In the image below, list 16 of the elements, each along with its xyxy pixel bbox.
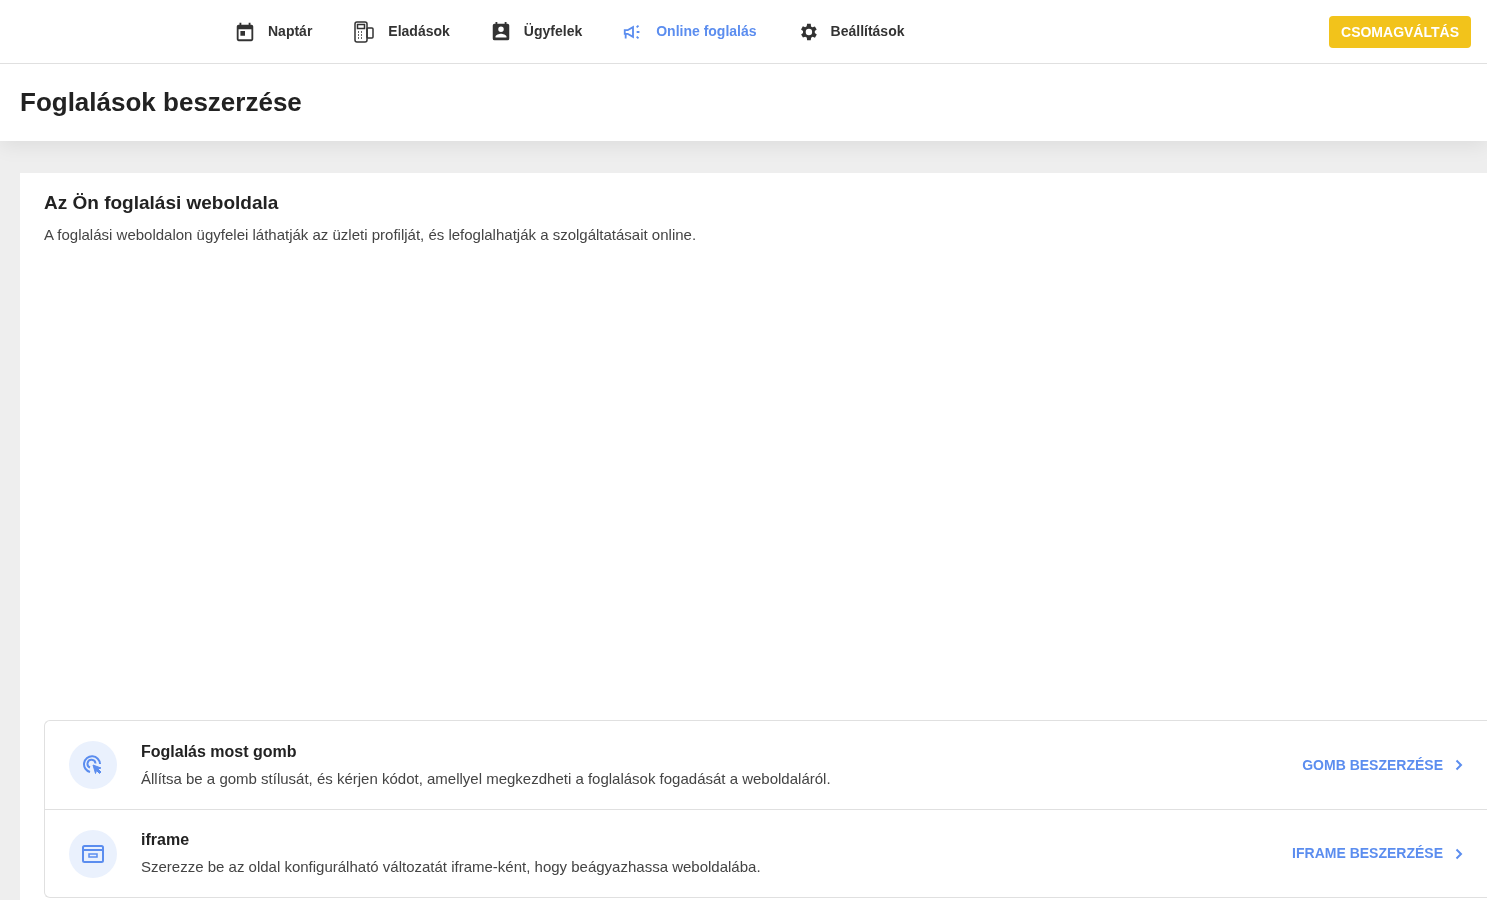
option-description: Szerezze be az oldal konfigurálható változatát iframe-ként, hogy beágyazhassa weboldalába. [141,857,762,878]
calendar-icon [234,20,256,43]
chevron-right-icon [1455,847,1463,860]
nav-tab[interactable]: Naptár [234,20,313,43]
option-title: iframe [141,830,191,851]
nav-tab[interactable]: Beállítások [796,20,905,43]
card-title: Az Ön foglalási weboldala [44,191,280,215]
option-title: Foglalás most gomb [141,741,298,762]
card-description: A foglalási weboldalon ügyfelei láthatják az üzleti profilját, és lefoglalhatják a szolgáltatásait online. [44,224,698,245]
chevron-right-icon [1455,759,1463,771]
browser-window-icon [82,844,104,863]
card-terminal-icon [352,19,377,44]
nav-tab[interactable]: Ügyfelek [489,20,583,43]
option-description: Állítsa be a gomb stílusát, és kérjen kódot, amellyel megkezdheti a foglalások fogadását a weboldaláról. [141,768,832,789]
nav-tab[interactable]: Eladások [352,19,450,44]
page-title: Foglalások beszerzése [20,86,302,119]
